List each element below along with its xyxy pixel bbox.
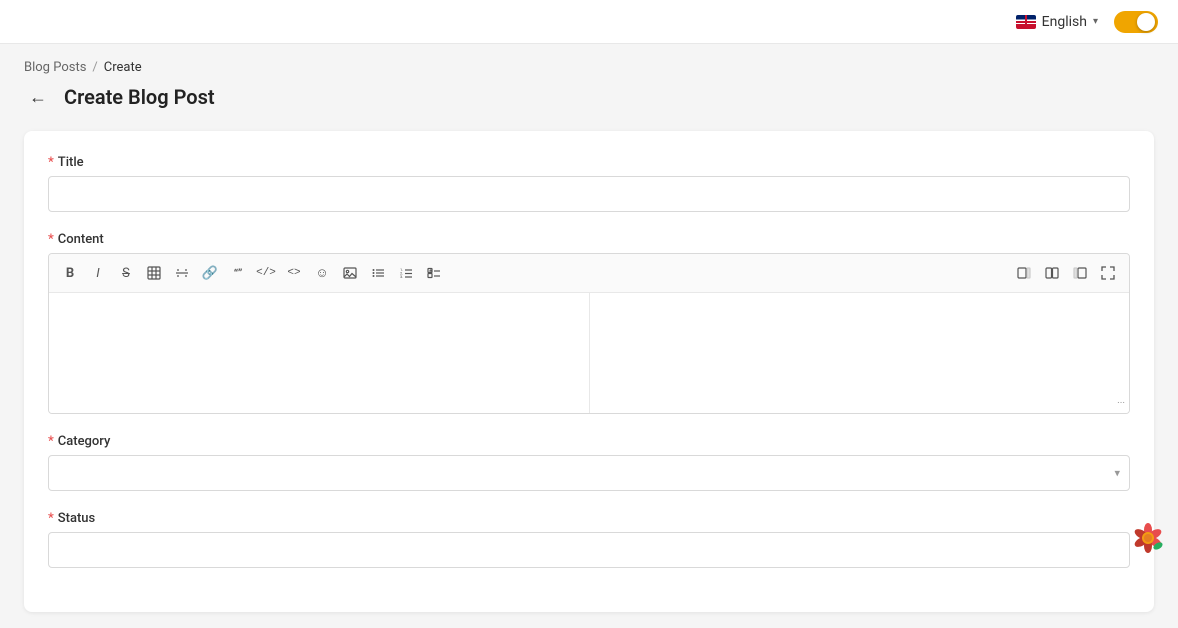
toolbar-right [1011,260,1121,286]
image-button[interactable] [337,260,363,286]
emoji-button[interactable]: ☺ [309,260,335,286]
form-card: *Title *Content B I S [24,131,1154,612]
top-bar: English ▾ [0,0,1178,44]
category-label: *Category [48,434,1130,449]
blockquote-button[interactable]: “” [225,260,251,286]
content-label: *Content [48,232,1130,247]
chevron-down-icon: ▾ [1093,16,1098,27]
content-required-star: * [48,232,54,247]
divider-button[interactable] [169,260,195,286]
bold-button[interactable]: B [57,260,83,286]
flower-icon [1130,520,1166,556]
content-editor-left[interactable] [49,293,589,413]
italic-button[interactable]: I [85,260,111,286]
title-label: *Title [48,155,1130,170]
fullscreen-button[interactable] [1095,260,1121,286]
breadcrumb: Blog Posts / Create [24,60,1154,75]
breadcrumb-parent[interactable]: Blog Posts [24,60,86,75]
page-content: Blog Posts / Create ← Create Blog Post *… [0,44,1178,628]
content-editor-right: ··· [589,293,1130,413]
task-list-button[interactable] [421,260,447,286]
status-input[interactable] [48,532,1130,568]
category-required-star: * [48,434,54,449]
strikethrough-button[interactable]: S [113,260,139,286]
back-button[interactable]: ← [24,83,52,111]
bullet-list-button[interactable] [365,260,391,286]
breadcrumb-separator: / [92,60,97,75]
svg-text:3.: 3. [400,274,403,279]
view-right-button[interactable] [1067,260,1093,286]
title-group: *Title [48,155,1130,212]
flag-icon [1016,15,1036,29]
category-group: *Category ▾ [48,434,1130,491]
title-required-star: * [48,155,54,170]
view-split-button[interactable] [1039,260,1065,286]
category-select[interactable] [48,455,1130,491]
inline-code-button[interactable]: </> [253,260,279,286]
page-header: ← Create Blog Post [24,83,1154,111]
language-label: English [1042,14,1087,30]
category-select-wrapper: ▾ [48,455,1130,491]
status-required-star: * [48,511,54,526]
content-editor: B I S [48,253,1130,414]
editor-body: ··· [49,293,1129,413]
back-arrow-icon: ← [29,87,47,108]
link-button[interactable]: 🔗 [197,260,223,286]
page-title: Create Blog Post [64,85,215,109]
content-group: *Content B I S [48,232,1130,414]
status-input-wrapper [48,532,1130,568]
code-block-button[interactable]: <> [281,260,307,286]
status-group: *Status [48,511,1130,568]
breadcrumb-current: Create [104,60,142,75]
status-label: *Status [48,511,1130,526]
title-input[interactable] [48,176,1130,212]
theme-toggle[interactable] [1114,11,1158,33]
editor-toolbar: B I S [49,254,1129,293]
table-button[interactable] [141,260,167,286]
resize-handle[interactable]: ··· [1117,398,1125,409]
view-left-button[interactable] [1011,260,1037,286]
ordered-list-button[interactable]: 1. 2. 3. [393,260,419,286]
language-selector[interactable]: English ▾ [1016,14,1098,30]
